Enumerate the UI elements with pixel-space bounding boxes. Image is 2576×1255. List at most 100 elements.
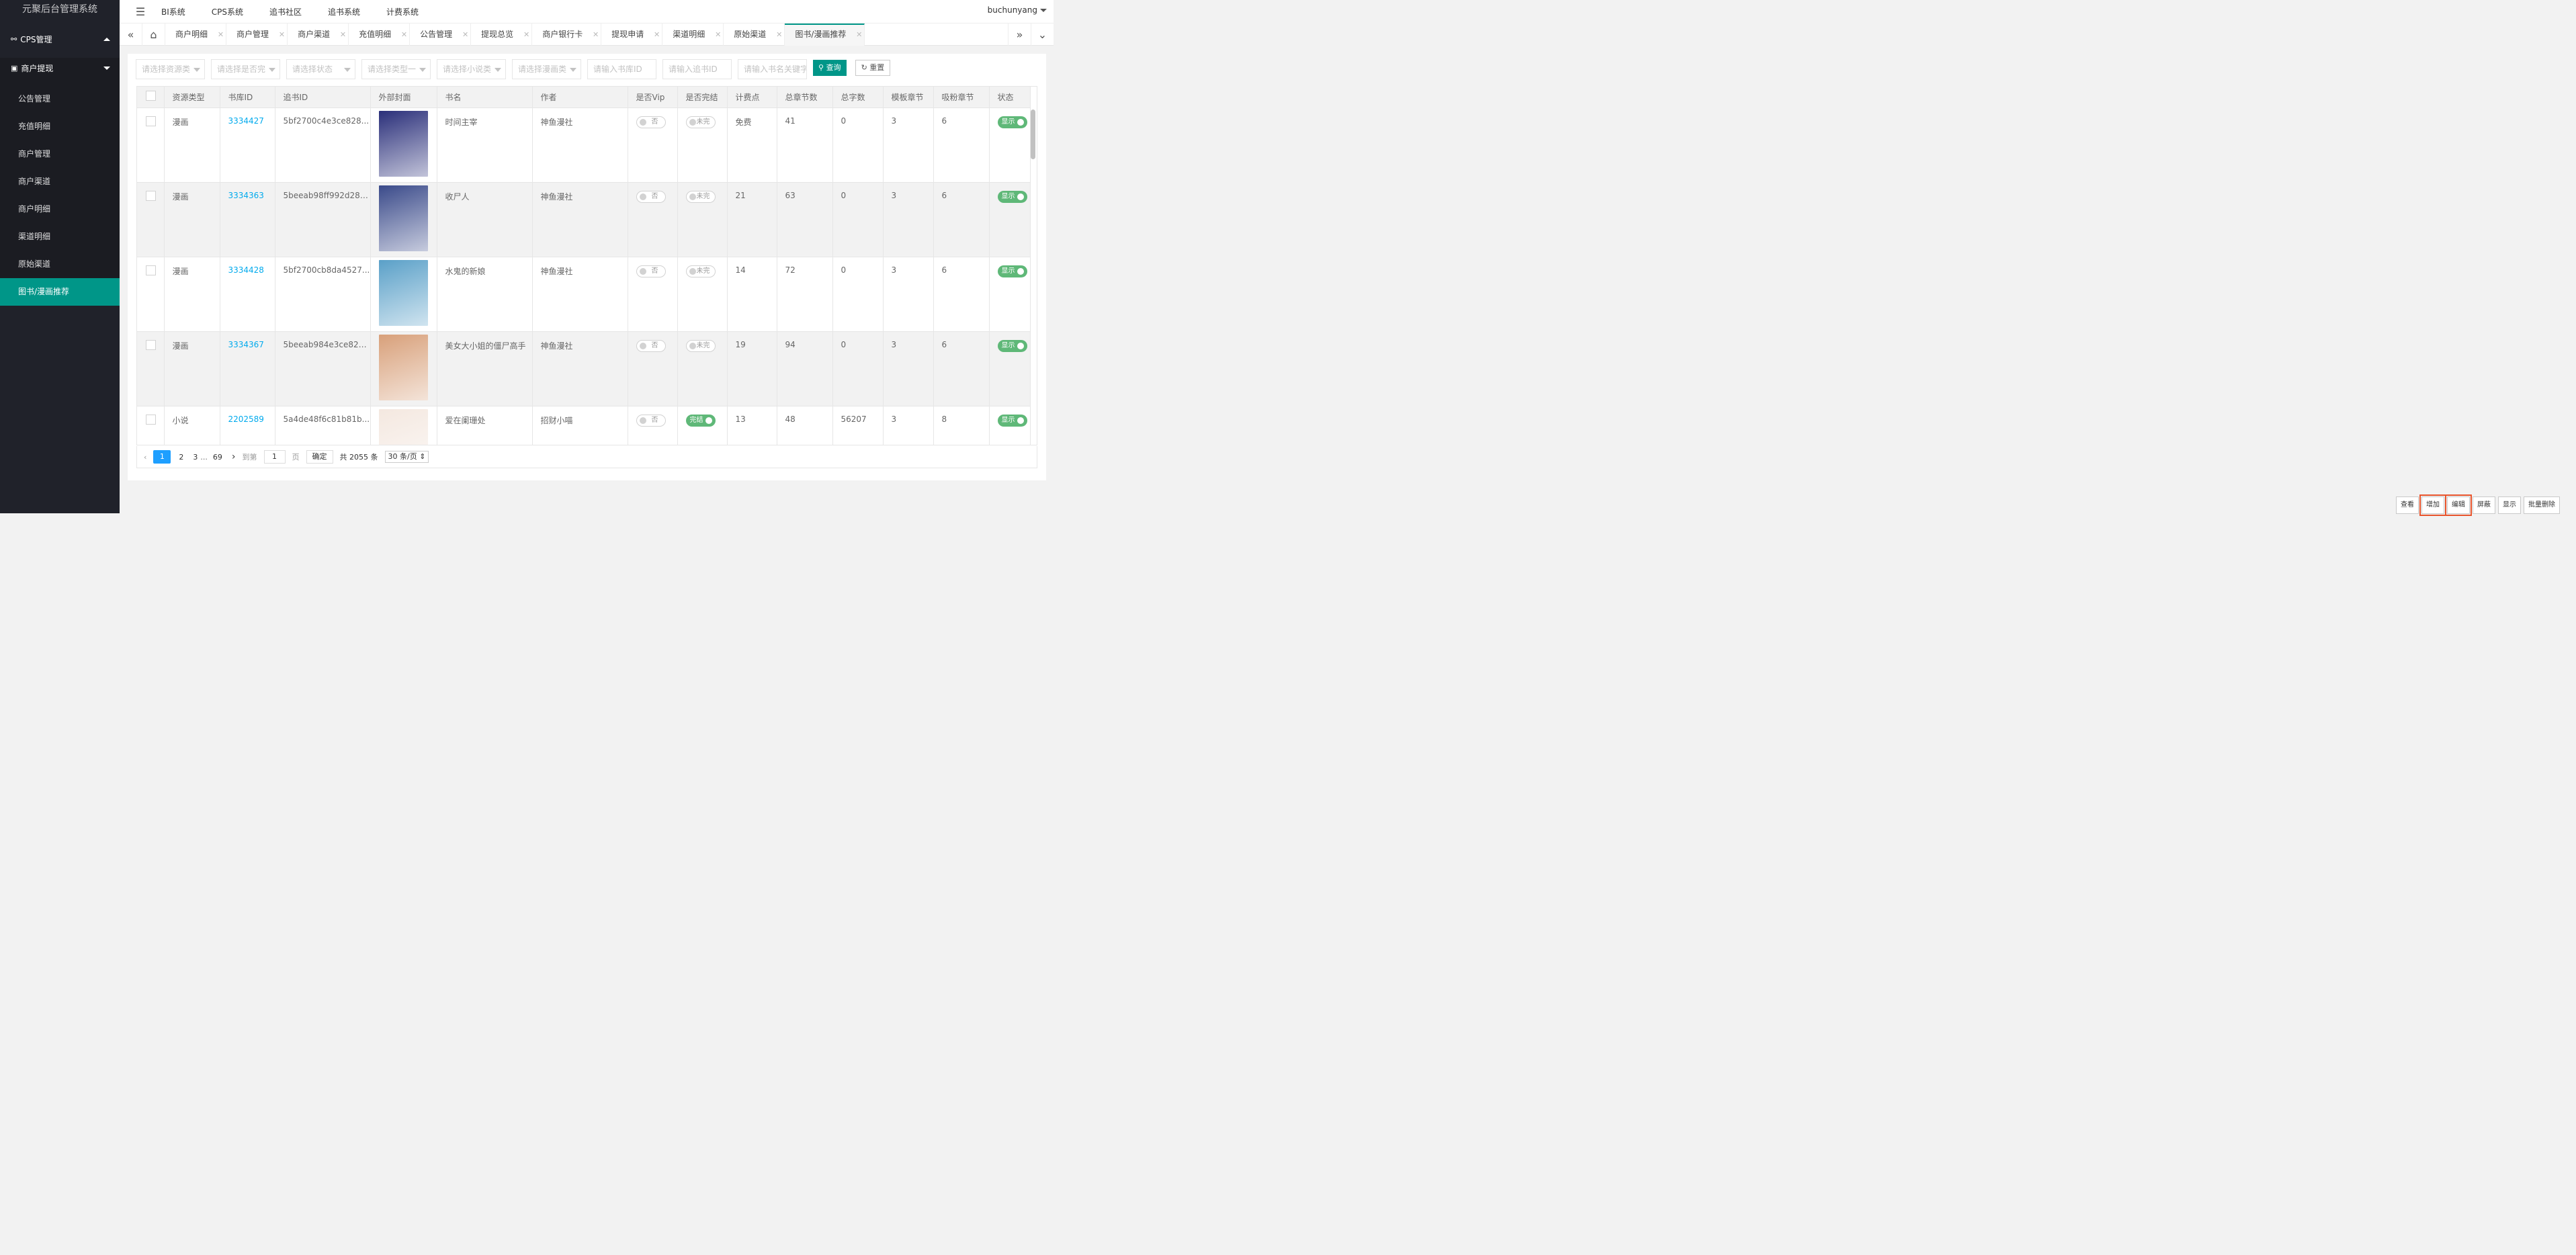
column-header[interactable]: 总字数 [832, 87, 884, 108]
cover-image[interactable] [378, 185, 428, 251]
vip-switch[interactable]: 否 [636, 414, 666, 427]
close-icon[interactable]: ✕ [776, 24, 782, 46]
edit-button[interactable]: 编辑 [2445, 494, 2472, 516]
sidebar-sub-withdraw[interactable]: ▣ 商户提现 [0, 58, 120, 78]
column-header[interactable]: 追书ID [275, 87, 371, 108]
tab-origin-channel[interactable]: 原始渠道 ✕ [724, 24, 785, 46]
status-switch[interactable]: 显示 [997, 190, 1027, 203]
nav-cps[interactable]: CPS系统 [212, 6, 243, 17]
tab-recommend[interactable]: 图书/漫画推荐 ✕ [785, 24, 865, 46]
tab-bank-card[interactable]: 商户银行卡 ✕ [532, 24, 602, 46]
add-button[interactable]: 增加 [2419, 494, 2446, 516]
column-header[interactable]: 外部封面 [370, 87, 437, 108]
sidebar-item-merchant[interactable]: 商户管理 [0, 140, 120, 168]
page-2[interactable]: 2 [179, 453, 183, 462]
show-button[interactable]: 显示 [2498, 496, 2521, 514]
nav-billing[interactable]: 计费系统 [386, 6, 419, 17]
nav-zhuishu[interactable]: 追书系统 [328, 6, 360, 17]
view-button[interactable]: 查看 [2396, 496, 2419, 514]
query-button[interactable]: ⚲ 查询 [813, 60, 847, 76]
library-id-link[interactable]: 3334367 [228, 340, 264, 349]
tab-notice[interactable]: 公告管理 ✕ [410, 24, 472, 46]
status-switch[interactable]: 显示 [997, 339, 1027, 352]
finished-switch[interactable]: 未完 [685, 116, 716, 128]
column-header[interactable]: 总章节数 [777, 87, 833, 108]
column-header[interactable]: 是否完结 [677, 87, 728, 108]
close-icon[interactable]: ✕ [715, 24, 721, 46]
sidebar-item-merchant-channel[interactable]: 商户渠道 [0, 168, 120, 196]
page-3[interactable]: 3 [193, 453, 198, 462]
status-switch[interactable]: 显示 [997, 265, 1027, 277]
column-header[interactable]: 状态 [989, 87, 1031, 108]
row-checkbox[interactable] [146, 190, 156, 201]
filter-finished[interactable]: 请选择是否完 [211, 59, 280, 79]
filter-comic-category[interactable]: 请选择漫画类 [512, 59, 581, 79]
sidebar-item-recharge[interactable]: 充值明细 [0, 113, 120, 140]
close-icon[interactable]: ✕ [279, 24, 285, 46]
tabs-dropdown-icon[interactable]: ⌄ [1031, 24, 1054, 46]
close-icon[interactable]: ✕ [654, 24, 660, 46]
library-id-link[interactable]: 3334427 [228, 116, 264, 126]
tab-recharge[interactable]: 充值明细 ✕ [349, 24, 411, 46]
title-keyword-input[interactable]: 请输入书名关键字 [738, 59, 807, 79]
sidebar-item-channel-detail[interactable]: 渠道明细 [0, 223, 120, 251]
finished-switch[interactable]: 未完 [685, 190, 716, 203]
block-button[interactable]: 屏蔽 [2473, 496, 2495, 514]
cover-image[interactable] [378, 110, 428, 177]
finished-switch[interactable]: 未完 [685, 339, 716, 352]
column-header[interactable]: 书库ID [220, 87, 275, 108]
nav-bi[interactable]: BI系统 [161, 6, 185, 17]
close-icon[interactable]: ✕ [218, 24, 224, 46]
filter-novel-category[interactable]: 请选择小说类 [437, 59, 506, 79]
sidebar-group-cps[interactable]: ⚯ CPS管理 [0, 20, 120, 58]
prev-page-icon[interactable]: ‹ [144, 453, 146, 462]
row-checkbox[interactable] [146, 265, 156, 275]
user-menu[interactable]: buchunyang [988, 5, 1047, 15]
cover-image[interactable] [378, 259, 428, 326]
library-id-link[interactable]: 3334363 [228, 191, 264, 200]
sidebar-item-origin-channel[interactable]: 原始渠道 [0, 251, 120, 278]
close-icon[interactable]: ✕ [340, 24, 346, 46]
nav-community[interactable]: 追书社区 [269, 6, 302, 17]
column-header[interactable]: 书名 [437, 87, 533, 108]
filter-type-level1[interactable]: 请选择类型一 [361, 59, 431, 79]
menu-fold-icon[interactable]: ☰ [120, 5, 161, 18]
page-1[interactable]: 1 [153, 450, 171, 464]
library-id-input[interactable]: 请输入书库ID [587, 59, 656, 79]
column-header[interactable]: 模板章节 [883, 87, 934, 108]
vip-switch[interactable]: 否 [636, 116, 666, 128]
tab-merchant-channel[interactable]: 商户渠道 ✕ [288, 24, 349, 46]
status-switch[interactable]: 显示 [997, 414, 1027, 427]
per-page-select[interactable]: 30 条/页 ⇕ [384, 451, 429, 463]
tab-merchant[interactable]: 商户管理 ✕ [226, 24, 288, 46]
close-icon[interactable]: ✕ [856, 25, 862, 44]
library-id-link[interactable]: 2202589 [228, 415, 264, 424]
finished-switch[interactable]: 未完 [685, 265, 716, 277]
tab-merchant-detail[interactable]: 商户明细 ✕ [165, 24, 227, 46]
page-input[interactable]: 1 [263, 450, 286, 464]
sidebar-item-notice[interactable]: 公告管理 [0, 85, 120, 113]
finished-switch[interactable]: 完结 [685, 414, 716, 427]
vip-switch[interactable]: 否 [636, 265, 666, 277]
tabs-scroll-right-icon[interactable]: » [1008, 24, 1031, 46]
sidebar-item-merchant-detail[interactable]: 商户明细 [0, 196, 120, 223]
table-scrollbar[interactable] [1031, 110, 1035, 159]
tab-withdraw-apply[interactable]: 提现申请 ✕ [601, 24, 663, 46]
filter-status[interactable]: 请选择状态 [286, 59, 355, 79]
cover-image[interactable] [378, 334, 428, 400]
tab-withdraw-overview[interactable]: 提现总览 ✕ [471, 24, 533, 46]
close-icon[interactable]: ✕ [523, 24, 529, 46]
column-header[interactable]: 资源类型 [164, 87, 220, 108]
library-id-link[interactable]: 3334428 [228, 265, 264, 275]
status-switch[interactable]: 显示 [997, 116, 1027, 128]
reset-button[interactable]: ↻ 重置 [855, 60, 891, 76]
select-all-checkbox[interactable] [146, 91, 156, 101]
row-checkbox[interactable] [146, 414, 156, 425]
column-header[interactable]: 吸粉章节 [933, 87, 990, 108]
tabs-scroll-left-icon[interactable]: « [120, 24, 142, 46]
page-last[interactable]: 69 [213, 453, 222, 462]
column-header[interactable]: 作者 [532, 87, 628, 108]
cover-image[interactable] [378, 408, 428, 445]
close-icon[interactable]: ✕ [401, 24, 407, 46]
close-icon[interactable]: ✕ [462, 24, 468, 46]
